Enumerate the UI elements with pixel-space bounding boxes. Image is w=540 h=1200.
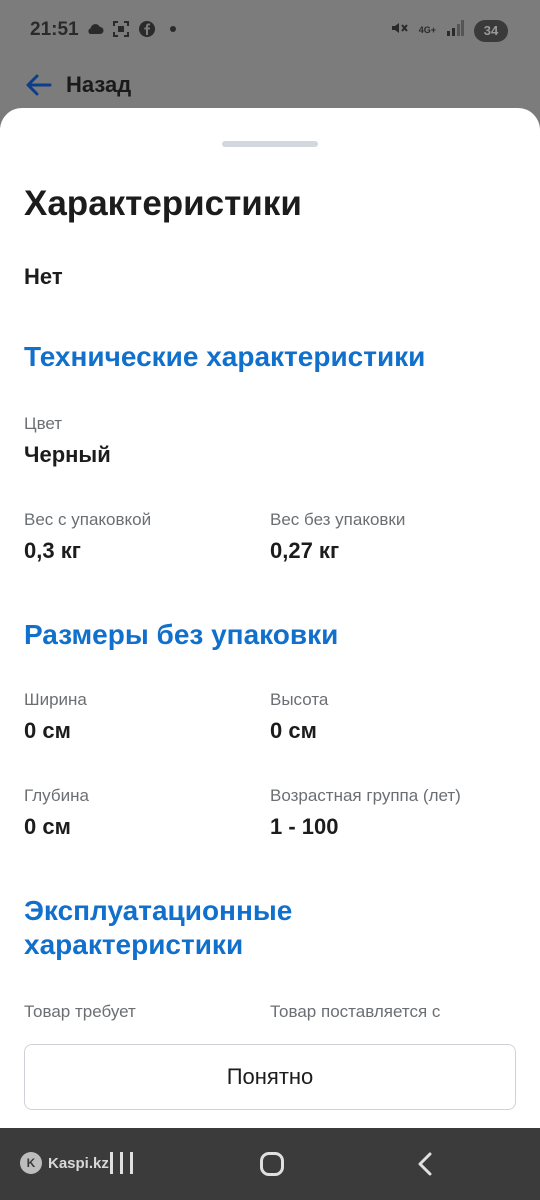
field-height: Высота 0 см [270,690,328,744]
back-arrow-icon[interactable] [24,70,54,100]
field-depth: Глубина 0 см [24,786,89,840]
kaspi-logo-icon: K [20,1152,42,1174]
field-age-group: Возрастная группа (лет) 1 - 100 [270,786,461,840]
battery-indicator: 34 [474,19,508,42]
field-label: Вес без упаковки [270,510,406,529]
recent-bar [120,1152,123,1174]
characteristics-sheet: Характеристики · · · · · · · Нет Техниче… [0,108,540,1128]
field-label: Глубина [24,786,89,805]
recent-bar [110,1152,113,1174]
field-supplied-with: Товар поставляется с [270,1002,440,1028]
field-width: Ширина 0 см [24,690,87,744]
field-value: 0 см [270,718,317,743]
clipped-text: · · · · · · · [24,238,136,241]
field-weight-packed: Вес с упаковкой 0,3 кг [24,510,151,564]
nav-back-icon[interactable] [412,1150,440,1178]
status-icons-left [86,20,176,38]
field-label: Возрастная группа (лет) [270,786,461,805]
page-header: Назад [0,60,540,110]
field-value: 0 см [24,718,71,743]
status-icons-right: 4G+ 34 [389,18,508,43]
field-label: Товар поставляется с [270,1002,441,1021]
recent-bar [130,1152,133,1174]
ok-button[interactable]: Понятно [24,1044,516,1110]
field-label: Высота [270,690,329,709]
system-navigation-bar: K Kaspi.kz [0,1128,540,1200]
sheet-title: Характеристики [24,184,302,223]
field-label: Ширина [24,690,87,709]
network-type: 4G+ [418,25,436,35]
partial-value: Нет [24,264,63,289]
field-value: 0 см [24,814,71,839]
section-heading-line: Эксплуатационные [24,895,293,926]
home-button[interactable] [260,1152,284,1176]
mute-icon [389,18,409,43]
field-value: Черный [24,442,111,467]
status-bar: 21:51 4G+ 34 [0,0,540,60]
facebook-icon [138,20,156,38]
field-value: 1 - 100 [270,814,339,839]
watermark-text: Kaspi.kz [48,1154,109,1172]
sheet-drag-handle[interactable] [222,141,318,147]
sheet-scroll-content[interactable]: · · · · · · · Нет Технические характерис… [0,238,540,1028]
back-button[interactable]: Назад [66,72,131,98]
field-label: Товар требует [24,1002,136,1021]
section-heading-dimensions: Размеры без упаковки [24,619,339,650]
status-time: 21:51 [30,19,79,40]
field-label: Вес с упаковкой [24,510,152,529]
field-requires: Товар требует [24,1002,136,1028]
field-value: 0,3 кг [24,538,81,563]
field-label: Цвет [24,414,63,433]
kaspi-watermark: K Kaspi.kz [20,1152,109,1174]
field-value: 0,27 кг [270,538,340,563]
notification-dot [170,26,176,32]
screenshot-icon [112,20,130,38]
section-heading-technical: Технические характеристики [24,341,426,372]
section-heading-operational: Эксплуатационные характеристики [24,894,292,962]
field-color: Цвет Черный [24,414,111,468]
cloud-icon [86,20,104,38]
recent-apps-button[interactable] [110,1152,133,1174]
section-heading-line: характеристики [24,929,244,960]
signal-icon [446,20,464,41]
field-weight-unpacked: Вес без упаковки 0,27 кг [270,510,405,564]
